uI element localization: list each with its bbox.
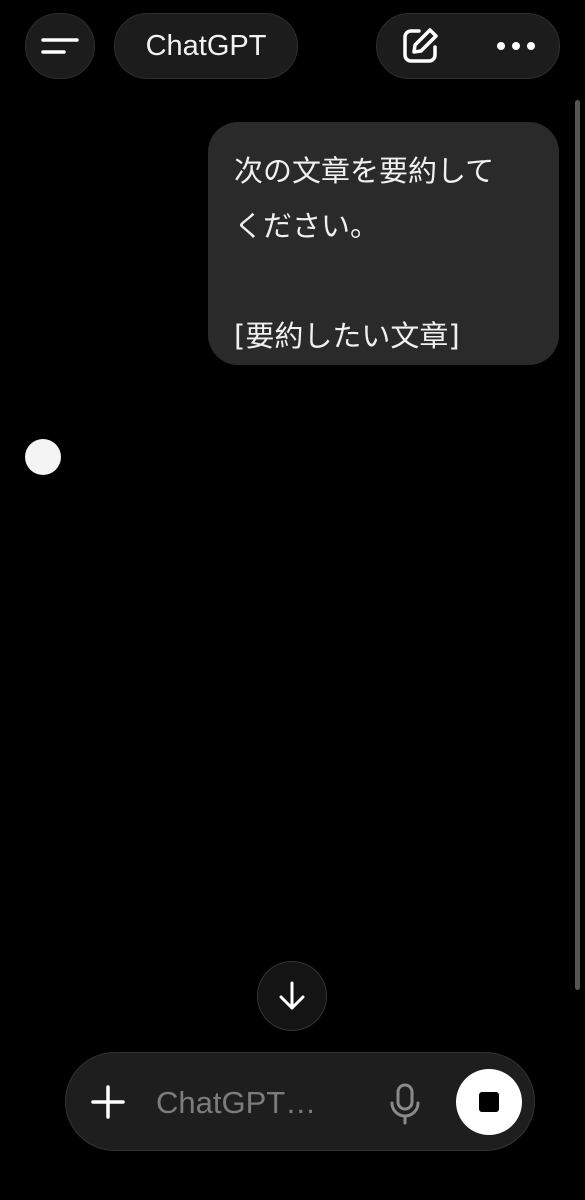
arrow-down-icon bbox=[279, 981, 305, 1010]
stop-generating-button[interactable] bbox=[456, 1069, 522, 1135]
menu-button[interactable] bbox=[25, 13, 95, 79]
scroll-to-bottom-button[interactable] bbox=[257, 961, 327, 1031]
composer bbox=[65, 1052, 535, 1151]
mic-icon bbox=[390, 1083, 420, 1125]
app-title: ChatGPT bbox=[145, 29, 267, 62]
menu-icon bbox=[40, 31, 80, 61]
header-actions bbox=[376, 13, 560, 79]
scrollbar[interactable] bbox=[575, 100, 580, 990]
stop-icon bbox=[479, 1092, 499, 1112]
message-input[interactable] bbox=[156, 1083, 336, 1123]
user-message: 次の文章を要約して ください。 [要約したい文章] bbox=[208, 122, 559, 365]
chat-screen: ChatGPT 次の文章を要約して ください。 [要約したい文章] bbox=[0, 0, 585, 1200]
more-icon bbox=[497, 42, 535, 50]
model-title-button[interactable]: ChatGPT bbox=[114, 13, 298, 79]
attach-button[interactable] bbox=[84, 1078, 132, 1126]
plus-icon bbox=[91, 1085, 125, 1119]
new-chat-button[interactable] bbox=[399, 25, 441, 67]
edit-icon bbox=[403, 28, 438, 63]
more-button[interactable] bbox=[495, 40, 537, 52]
dictate-button[interactable] bbox=[384, 1081, 426, 1127]
assistant-thinking-indicator bbox=[25, 439, 61, 475]
